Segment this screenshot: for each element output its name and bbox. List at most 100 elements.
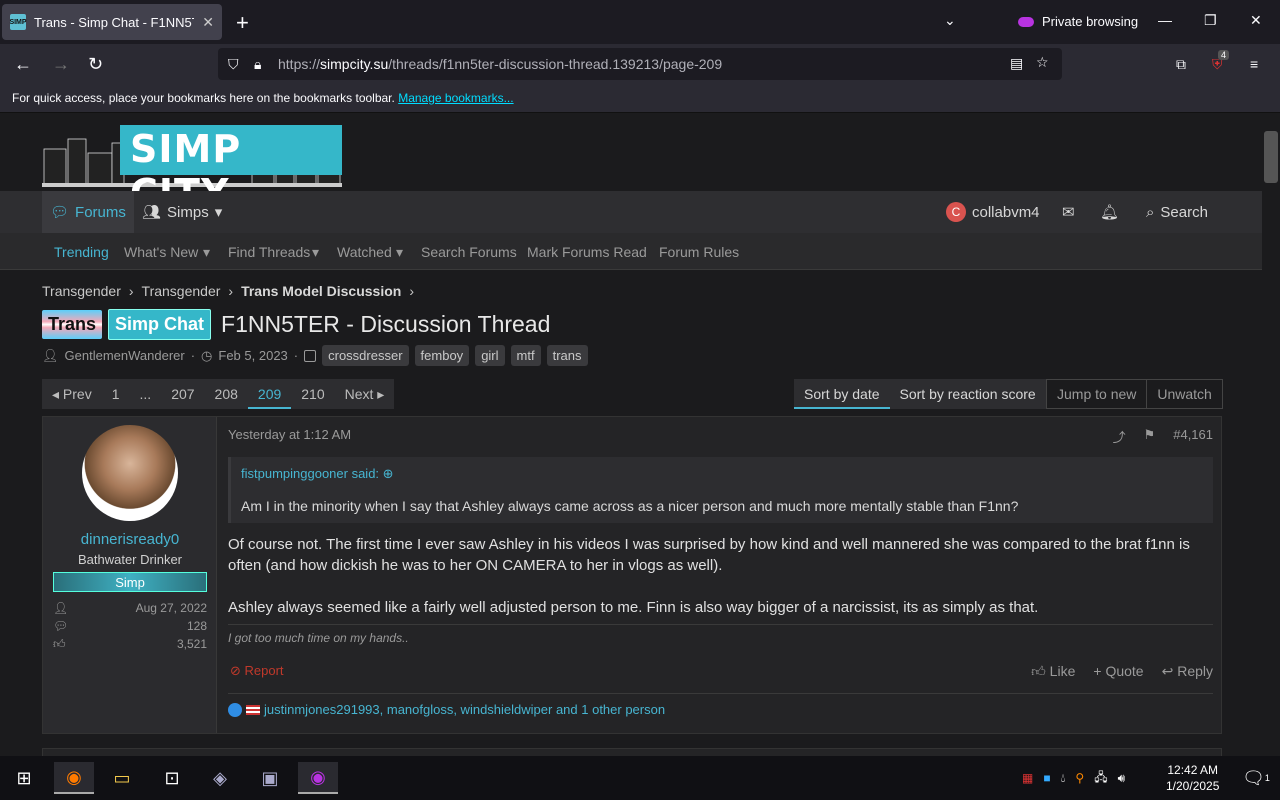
report-button[interactable]: ⊘ Report (230, 663, 284, 679)
prev-page-button[interactable]: ◂ Prev (42, 379, 102, 409)
tag-item[interactable]: crossdresser (322, 345, 409, 366)
manage-bookmarks-link[interactable]: Manage bookmarks... (398, 91, 513, 105)
subnav-trending[interactable]: Trending (54, 244, 109, 260)
tray-search-icon[interactable]: ⚲ (1075, 771, 1084, 785)
page-link[interactable]: 210 (291, 379, 334, 409)
site-logo[interactable]: SIMP CITY (42, 125, 342, 215)
nav-search[interactable]: ⌕ Search (1138, 191, 1216, 233)
breadcrumb-item[interactable]: Trans Model Discussion (241, 283, 401, 299)
subnav-find-threads[interactable]: Find Threads (228, 244, 310, 260)
page-link-current[interactable]: 209 (247, 379, 292, 409)
chevron-down-icon[interactable]: ▾ (396, 244, 403, 261)
post-date[interactable]: Yesterday at 1:12 AM (228, 427, 351, 442)
app-icon[interactable]: ◈ (200, 762, 240, 794)
chevron-down-icon[interactable]: ⌄ (944, 12, 956, 29)
tag-item[interactable]: femboy (414, 345, 470, 366)
bell-icon[interactable]: 🔔︎ (1092, 191, 1127, 233)
prefix-trans[interactable]: Trans (42, 310, 103, 339)
subnav-search-forums[interactable]: Search Forums (421, 244, 517, 260)
tag-item[interactable]: trans (546, 345, 588, 366)
messages-stat: 💬︎ 128 (53, 619, 207, 633)
avatar[interactable] (82, 425, 178, 521)
shield-icon[interactable]: ⛉ (228, 56, 239, 73)
quote-button[interactable]: + Quote (1093, 663, 1143, 680)
subnav-watched[interactable]: Watched (337, 244, 392, 260)
firefox-private-icon[interactable]: ◉ (298, 762, 338, 794)
sort-by-date-button[interactable]: Sort by date (794, 379, 890, 409)
breadcrumb-item[interactable]: Transgender (142, 283, 221, 299)
reply-button[interactable]: ↩ Reply (1162, 663, 1213, 680)
subnav-forum-rules[interactable]: Forum Rules (659, 244, 739, 260)
nav-search-label: Search (1160, 203, 1208, 221)
page-link[interactable]: 208 (205, 379, 248, 409)
new-tab-icon[interactable]: + (236, 10, 249, 36)
tag-item[interactable]: mtf (510, 345, 541, 366)
scrollbar[interactable] (1262, 113, 1280, 756)
thread-date[interactable]: Feb 5, 2023 (218, 348, 287, 363)
network-app-icon[interactable]: ▣ (250, 762, 290, 794)
inbox-icon[interactable]: ✉ (1054, 191, 1083, 233)
like-button[interactable]: 👍︎ Like (1031, 663, 1075, 680)
back-icon[interactable]: ← (14, 54, 32, 75)
file-explorer-icon[interactable]: ▭ (102, 762, 142, 794)
url-prefix: https:// (278, 56, 321, 72)
thread-author[interactable]: GentlemenWanderer (65, 348, 185, 363)
bookmark-icon[interactable]: ⚑ (1144, 427, 1156, 446)
url-domain: simpcity.su (320, 56, 389, 72)
prefix-simp-chat[interactable]: Simp Chat (108, 309, 212, 340)
user-icon: 👤︎ (53, 601, 69, 615)
post-number[interactable]: #4,161 (1173, 427, 1213, 446)
scrollbar-thumb[interactable] (1264, 131, 1278, 183)
tag-item[interactable]: girl (475, 345, 505, 366)
chevron-down-icon[interactable]: ▾ (203, 244, 210, 261)
menu-icon[interactable]: ≡ (1250, 56, 1258, 72)
breadcrumb-item[interactable]: Transgender (42, 283, 121, 299)
close-tab-icon[interactable]: ✕ (202, 14, 214, 31)
nav-simps[interactable]: 👥︎ Simps ▾ (134, 191, 230, 233)
quote-block: fistpumpinggooner said: ⊕ Am I in the mi… (228, 457, 1213, 523)
minimize-icon[interactable]: — (1158, 12, 1172, 28)
browser-tab[interactable]: SIMP Trans - Simp Chat - F1NN5TER ✕ (2, 4, 222, 40)
window-close-icon[interactable]: ✕ (1250, 12, 1262, 29)
like-reaction-icon (228, 702, 242, 717)
subnav-whats-new[interactable]: What's New (124, 244, 198, 260)
next-page-button[interactable]: Next ▸ (335, 379, 395, 409)
nav-user-label: collabvm4 (972, 203, 1040, 221)
reader-view-icon[interactable]: ▤ (1010, 55, 1023, 72)
share-icon[interactable]: ⤴ (1113, 427, 1126, 446)
message-paragraph: Of course not. The first time I ever saw… (228, 536, 1190, 574)
subnav-mark-read[interactable]: Mark Forums Read (527, 244, 647, 260)
reactions-list[interactable]: justinmjones291993, manofgloss, windshie… (264, 702, 665, 717)
page-link[interactable]: 1 (102, 379, 130, 409)
extensions-icon[interactable]: ⧉ (1176, 56, 1186, 73)
seven-zip-icon[interactable]: ⊡ (152, 762, 192, 794)
reload-icon[interactable]: ↻ (88, 54, 103, 75)
restore-icon[interactable]: ❐ (1204, 12, 1217, 29)
chevron-down-icon: ▾ (214, 204, 223, 221)
page-link[interactable]: 207 (161, 379, 204, 409)
nav-user[interactable]: C collabvm4 (938, 191, 1048, 233)
nav-forums[interactable]: 💬︎ Forums (42, 191, 134, 233)
taskbar-clock[interactable]: 12:42 AM 1/20/2025 (1166, 762, 1219, 794)
chevron-down-icon[interactable]: ▾ (312, 244, 319, 261)
firefox-icon[interactable]: ◉ (54, 762, 94, 794)
windows-start-icon[interactable]: ⊞ (4, 762, 44, 794)
unwatch-button[interactable]: Unwatch (1147, 380, 1221, 408)
network-icon[interactable]: 🖧 (1094, 768, 1107, 789)
sub-nav: Trending What's New ▾ Find Threads ▾ Wat… (0, 233, 1262, 270)
tray-drop-icon[interactable]: 💧︎ (1061, 771, 1066, 786)
volume-icon[interactable]: 🔊︎ (1118, 771, 1126, 786)
notification-icon[interactable]: 🗨︎ 1 (1236, 762, 1276, 794)
post-username[interactable]: dinnerisready0 (43, 531, 217, 548)
page-ellipsis[interactable]: ... (130, 379, 162, 409)
url-bar[interactable]: ⛉ 🔒︎ https://simpcity.su/threads/f1nn5te… (218, 48, 1062, 80)
quote-author[interactable]: fistpumpinggooner said: ⊕ (241, 466, 394, 482)
tray-square-icon[interactable]: ■ (1043, 771, 1050, 785)
lock-icon[interactable]: 🔒︎ (254, 56, 261, 73)
thread-title: Trans Simp Chat F1NN5TER - Discussion Th… (42, 309, 550, 340)
jump-to-new-button[interactable]: Jump to new (1047, 380, 1148, 408)
tray-app-icon[interactable]: ▦ (1022, 771, 1033, 785)
sort-by-reaction-button[interactable]: Sort by reaction score (890, 379, 1046, 409)
bookmark-star-icon[interactable]: ☆ (1036, 54, 1049, 71)
forward-icon[interactable]: → (52, 54, 70, 75)
